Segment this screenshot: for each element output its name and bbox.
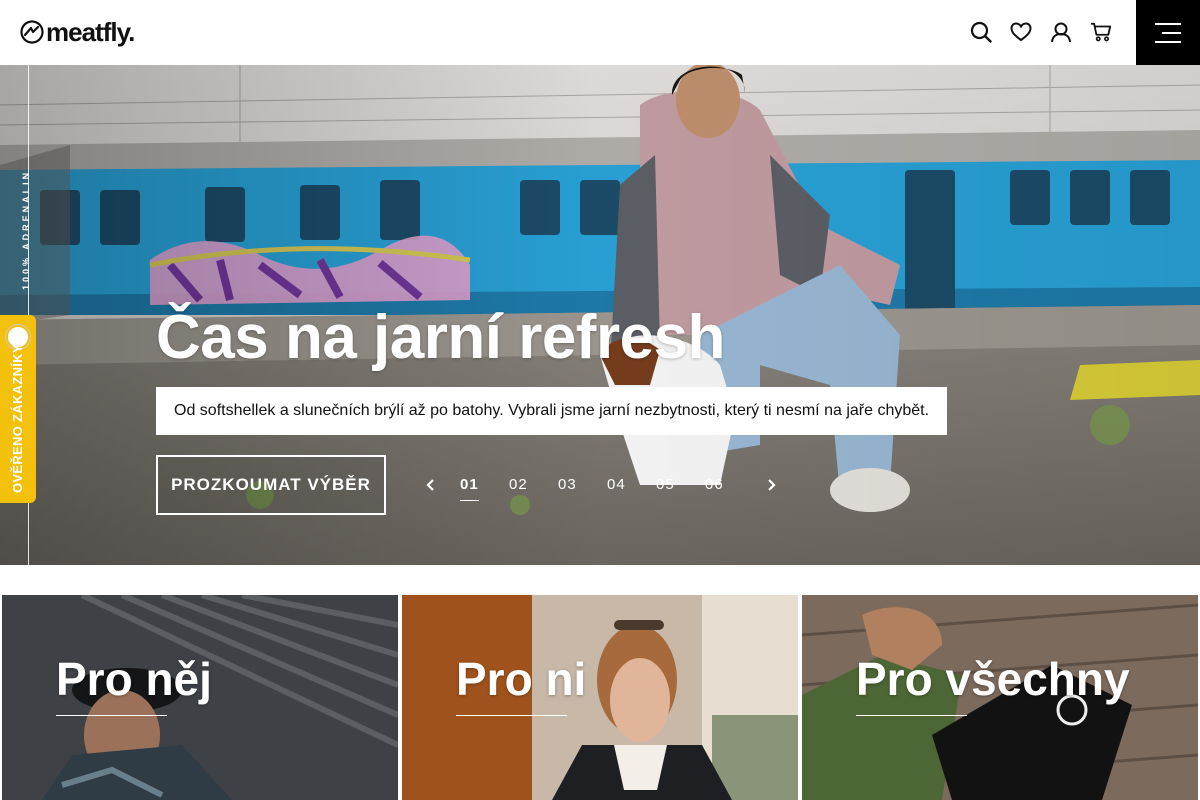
slide-dot-05[interactable]: 05 [650,470,699,500]
logo-text: meatfly. [46,17,135,47]
site-header: meatfly. [0,0,1200,65]
verified-customers-badge[interactable]: OVĚŘENO ZÁKAZNÍKY [0,315,36,503]
slide-dot-03[interactable]: 03 [552,470,601,500]
cart-icon[interactable] [1090,20,1112,44]
category-tile-her[interactable]: Pro ni [402,595,798,800]
hamburger-icon [1155,22,1181,43]
category-underline [56,715,167,716]
hero-slider: 100% ADRENALIN Čas na jarní refresh Od s… [0,65,1200,565]
slide-dot-01[interactable]: 01 [454,470,503,501]
next-slide-arrow-icon[interactable] [760,474,782,496]
hero-title: Čas na jarní refresh [156,303,725,372]
user-icon[interactable] [1050,20,1072,44]
prev-slide-arrow-icon[interactable] [420,474,442,496]
menu-button[interactable] [1136,0,1200,65]
category-title-him: Pro něj [56,653,212,705]
category-tiles: Pro něj Pro ni Pro všechny [0,595,1200,800]
category-title-all: Pro všechny [856,653,1130,705]
category-tile-all[interactable]: Pro všechny [802,595,1198,800]
hero-side-label: 100% ADRENALIN [21,169,31,290]
hero-subtitle: Od softshellek a slunečních brýlí až po … [156,387,948,435]
slider-navigation: 01 02 03 04 05 06 [420,470,782,501]
logo-mark-icon [20,20,44,44]
explore-selection-button[interactable]: PROZKOUMAT VÝBĚR [156,455,386,515]
slide-dot-02[interactable]: 02 [503,470,552,500]
search-icon[interactable] [970,20,992,44]
category-underline [456,715,567,716]
slide-dot-04[interactable]: 04 [601,470,650,500]
category-title-her: Pro ni [456,653,587,705]
category-underline [856,715,967,716]
category-tile-him[interactable]: Pro něj [2,595,398,800]
slide-dot-06[interactable]: 06 [699,470,748,500]
heart-icon[interactable] [1010,20,1032,44]
logo[interactable]: meatfly. [20,17,135,47]
